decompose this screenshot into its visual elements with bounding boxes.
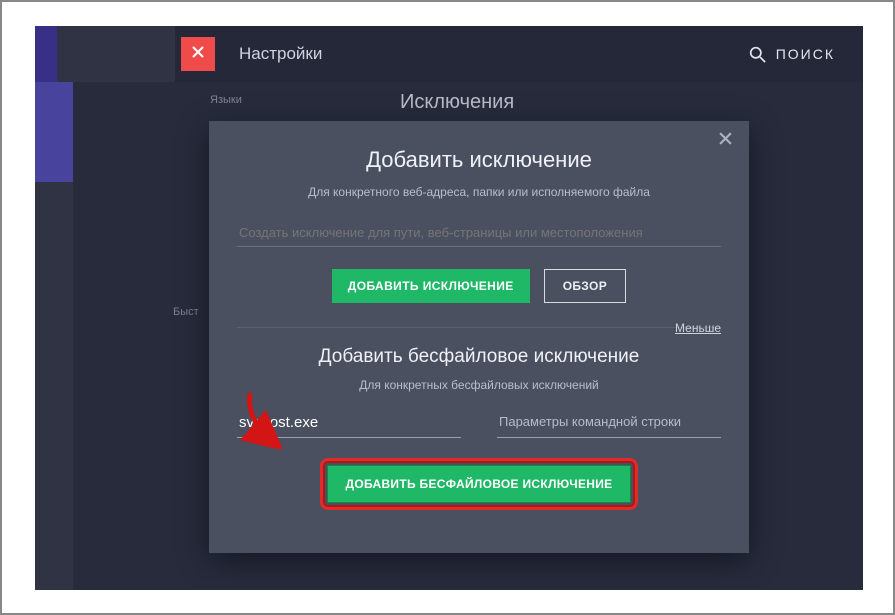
add-fileless-exception-button[interactable]: ДОБАВИТЬ БЕСФАЙЛОВОЕ ИСКЛЮЧЕНИЕ <box>327 465 632 503</box>
search-button[interactable]: ПОИСК <box>749 46 835 63</box>
sidebar-header-stub <box>35 26 175 82</box>
cmdline-input[interactable] <box>497 412 721 438</box>
topbar: Настройки ПОИСК <box>35 26 863 82</box>
fileless-file-field <box>237 412 461 438</box>
page-title: Настройки <box>239 44 322 64</box>
less-link[interactable]: Меньше <box>675 321 721 335</box>
modal-subtitle: Для конкретного веб-адреса, папки или ис… <box>237 185 721 199</box>
modal-title: Добавить исключение <box>237 147 721 173</box>
browse-button[interactable]: ОБЗОР <box>544 269 627 303</box>
search-icon <box>749 46 766 63</box>
modal-close-button[interactable] <box>715 131 735 151</box>
divider <box>237 327 721 328</box>
app-window: Настройки ПОИСК Языки Исключения Быст До… <box>35 26 863 590</box>
close-icon <box>192 45 204 63</box>
bg-quick-label: Быст <box>173 306 199 318</box>
fileless-file-input[interactable] <box>237 412 461 438</box>
bg-content-heading: Исключения <box>400 91 514 114</box>
cmdline-field: Параметры командной строки <box>497 412 721 438</box>
bg-section-label: Языки <box>210 94 242 106</box>
exception-path-input[interactable] <box>237 221 721 247</box>
annotation-highlight: ДОБАВИТЬ БЕСФАЙЛОВОЕ ИСКЛЮЧЕНИЕ <box>320 458 639 510</box>
search-label: ПОИСК <box>776 46 835 62</box>
add-exception-button[interactable]: ДОБАВИТЬ ИСКЛЮЧЕНИЕ <box>332 269 530 303</box>
accent-stripe <box>35 26 57 82</box>
fileless-title: Добавить бесфайловое исключение <box>237 346 721 368</box>
fileless-subtitle: Для конкретных бесфайловых исключений <box>237 378 721 392</box>
add-exception-modal: Добавить исключение Для конкретного веб-… <box>209 121 749 553</box>
close-panel-button[interactable] <box>181 37 215 71</box>
close-icon <box>719 132 732 150</box>
